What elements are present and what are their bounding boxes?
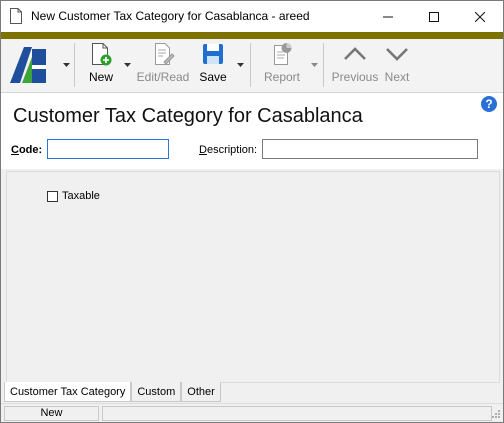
- save-button[interactable]: Save: [199, 41, 227, 89]
- caret-down-icon: [236, 63, 244, 67]
- previous-label: Previous: [331, 70, 379, 84]
- caret-down-icon: [62, 63, 70, 67]
- resize-grip-icon[interactable]: [491, 409, 501, 419]
- window-title: New Customer Tax Category for Casablanca…: [31, 9, 310, 23]
- next-button[interactable]: Next: [384, 41, 410, 89]
- status-mode: New: [4, 406, 99, 421]
- description-label-text: escription:: [206, 144, 258, 156]
- code-input[interactable]: [47, 139, 169, 159]
- previous-button[interactable]: Previous: [331, 41, 379, 89]
- caret-down-icon: [123, 63, 131, 67]
- report-label: Report: [263, 70, 301, 84]
- caret-down-icon: [310, 63, 318, 67]
- description-label: Description:: [199, 144, 257, 156]
- tab-other[interactable]: Other: [181, 382, 221, 402]
- toolbar-separator: [74, 43, 75, 87]
- edit-read-label: Edit/Read: [136, 70, 190, 84]
- chevron-down-icon: [386, 48, 408, 61]
- edit-document-icon: [155, 43, 175, 65]
- chevron-up-icon: [344, 47, 366, 60]
- next-label: Next: [384, 70, 410, 84]
- report-icon: [274, 43, 292, 65]
- code-label-text: ode:: [18, 144, 43, 156]
- help-icon[interactable]: ?: [481, 96, 497, 112]
- code-label-accesskey: C: [11, 144, 19, 156]
- report-dropdown[interactable]: [310, 61, 318, 69]
- maximize-icon: [429, 11, 439, 22]
- tab-custom[interactable]: Custom: [131, 382, 182, 402]
- new-label: New: [88, 70, 113, 84]
- edit-read-button[interactable]: Edit/Read: [137, 41, 189, 89]
- new-dropdown[interactable]: [123, 61, 131, 69]
- toolbar-separator: [250, 43, 251, 87]
- new-document-icon: [92, 43, 112, 66]
- new-button[interactable]: New: [88, 41, 114, 89]
- maximize-button[interactable]: [411, 1, 457, 32]
- minimize-button[interactable]: [365, 1, 411, 32]
- tab-customer-tax-category[interactable]: Customer Tax Category: [4, 382, 132, 402]
- taxable-checkbox[interactable]: [47, 190, 58, 202]
- toolbar-separator: [323, 43, 324, 87]
- app-menu-dropdown[interactable]: [62, 61, 70, 69]
- status-message-pane: [102, 406, 492, 421]
- code-label: Code:: [11, 144, 42, 156]
- save-disk-icon: [203, 44, 223, 64]
- title-bar: New Customer Tax Category for Casablanca…: [1, 1, 503, 32]
- minimize-icon: [383, 16, 393, 17]
- status-bar: New: [1, 403, 503, 422]
- form-header: Customer Tax Category for Casablanca ? C…: [1, 93, 503, 169]
- close-button[interactable]: [457, 1, 503, 32]
- document-icon: [10, 8, 22, 24]
- close-icon: [475, 11, 485, 22]
- toolbar: New Edit/Read Save Report Previous Next: [1, 39, 503, 93]
- page-title: Customer Tax Category for Casablanca: [13, 105, 363, 127]
- taxable-checkbox-row[interactable]: Taxable: [47, 190, 100, 202]
- save-dropdown[interactable]: [236, 61, 244, 69]
- app-logo-icon: [6, 43, 50, 87]
- description-label-accesskey: D: [199, 144, 207, 156]
- tab-content-panel: Taxable: [6, 171, 500, 383]
- report-button[interactable]: Report: [264, 41, 300, 89]
- app-logo-button[interactable]: [6, 43, 50, 91]
- description-input[interactable]: [262, 139, 478, 159]
- accent-bar: [1, 32, 503, 39]
- app-window: New Customer Tax Category for Casablanca…: [0, 0, 504, 423]
- save-label: Save: [199, 70, 227, 84]
- tab-strip: Customer Tax Category Custom Other: [4, 382, 221, 402]
- taxable-label: Taxable: [62, 190, 100, 202]
